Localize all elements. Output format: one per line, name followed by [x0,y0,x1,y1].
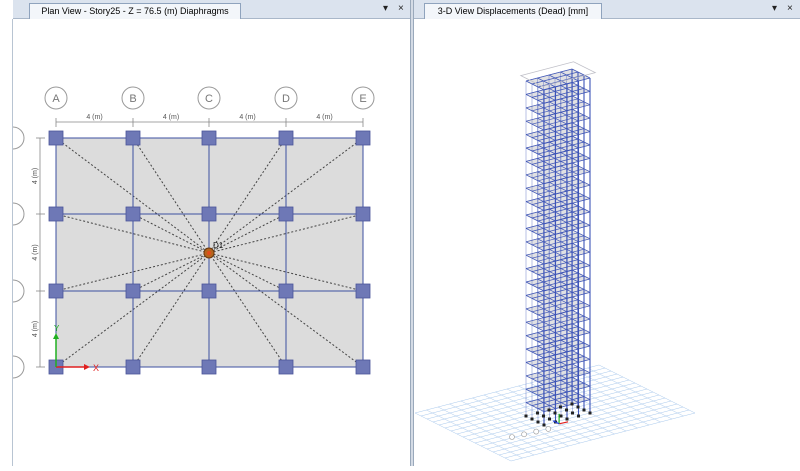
column[interactable] [278,130,294,146]
column[interactable] [48,130,64,146]
grid-bubble-partial [1,202,25,226]
dimension-label: 4 (m) [239,114,255,121]
grid-bubble-label: C [205,93,213,105]
column[interactable] [278,359,294,375]
plan-view-canvas[interactable]: 4 (m) 4 (m) 4 (m) 4 (m) 4 (m) 4 (m) 4 (m) A B C D… [1,19,410,466]
column[interactable] [201,130,217,146]
base-support[interactable] [553,411,557,415]
column[interactable] [201,206,217,222]
grid-bubble-label: D [282,93,290,105]
base-support[interactable] [536,411,539,415]
3d-view-header: 3-D View Displacements (Dead) [mm] ▾ × [414,0,800,19]
close-icon[interactable]: × [398,3,404,15]
grid-bubble-partial [1,126,25,150]
column[interactable] [125,130,141,146]
base-support[interactable] [524,414,528,418]
grid-bubble-label: A [52,93,60,105]
3d-view-canvas[interactable] [414,19,800,466]
tab-3d-view[interactable]: 3-D View Displacements (Dead) [mm] [424,3,602,19]
ground-grid-line [510,412,696,462]
close-icon[interactable]: × [787,3,793,15]
tab-plan-view[interactable]: Plan View - Story25 - Z = 76.5 (m) Diaph… [29,3,241,19]
column[interactable] [125,206,141,222]
grid-bubble-label: E [359,93,366,105]
column[interactable] [201,283,217,299]
grid-bubble-label: B [129,93,136,105]
column[interactable] [355,206,371,222]
column[interactable] [278,283,294,299]
grid-bubble-partial [1,279,25,303]
ground-grid-line [504,409,690,459]
column[interactable] [125,283,141,299]
base-support[interactable] [542,423,546,427]
point-label: D1 [213,241,224,250]
base-support[interactable] [547,408,551,412]
base-support[interactable] [548,417,551,421]
base-support[interactable] [536,420,540,424]
column[interactable] [48,283,64,299]
x-axis-label: X [93,363,99,373]
left-collapsed-panel [0,19,13,466]
dimension-label: 4 (m) [32,244,39,260]
base-support[interactable] [565,417,569,421]
plan-view-drawing[interactable]: 4 (m) 4 (m) 4 (m) 4 (m) 4 (m) 4 (m) 4 (m) A B C D… [1,19,410,466]
base-support[interactable] [565,408,568,412]
column[interactable] [355,130,371,146]
base-support[interactable] [559,414,563,418]
column[interactable] [201,359,217,375]
base-support[interactable] [542,414,545,418]
ground-grid-bubble [521,431,527,438]
ground-grid-bubble [545,426,552,432]
column[interactable] [355,359,371,375]
column[interactable] [278,206,294,222]
base-support[interactable] [577,414,580,418]
ground-grid-bubble [533,428,539,435]
base-support[interactable] [530,417,534,421]
dimension-label: 4 (m) [86,114,102,121]
dimension-label: 4 (m) [32,168,39,184]
base-support[interactable] [588,411,592,415]
dimension-label: 4 (m) [32,321,39,337]
ground-grid-line [426,370,612,420]
dropdown-icon[interactable]: ▾ [772,3,777,15]
grid-bubble-partial [1,355,25,379]
ground-grid-bubble [509,434,515,440]
base-support[interactable] [570,402,574,406]
base-support[interactable] [571,411,574,415]
column[interactable] [125,359,141,375]
3d-model-drawing[interactable] [414,19,800,466]
plan-view-header: Plan View - Story25 - Z = 76.5 (m) Diaph… [13,0,410,19]
base-support[interactable] [559,405,562,409]
column[interactable] [48,206,64,222]
diaphragm-point-core [207,251,211,255]
base-support[interactable] [582,408,586,412]
y-axis-label: Y [54,324,60,333]
dimension-label: 4 (m) [163,114,179,121]
base-support[interactable] [576,405,580,409]
dropdown-icon[interactable]: ▾ [383,3,388,15]
column[interactable] [355,283,371,299]
dimension-label: 4 (m) [316,114,332,121]
